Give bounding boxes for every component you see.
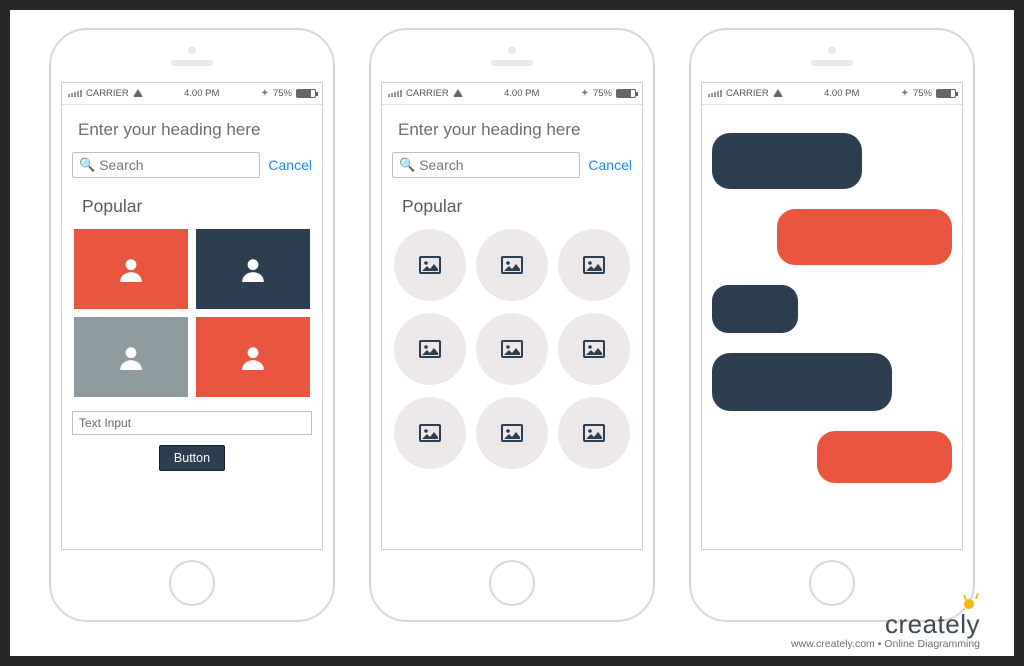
phone-speaker xyxy=(811,60,853,66)
image-item[interactable] xyxy=(394,229,466,301)
clock-label: 4.00 PM xyxy=(504,88,539,99)
wireframe-canvas: CARRIER 4.00 PM ✦ 75% Enter your heading… xyxy=(0,0,1024,666)
image-icon xyxy=(581,422,607,444)
bulb-icon xyxy=(964,599,974,609)
clock-label: 4.00 PM xyxy=(184,88,219,99)
carrier-label: CARRIER xyxy=(406,88,449,99)
wifi-icon xyxy=(133,89,143,97)
section-heading: Popular xyxy=(402,196,632,217)
battery-label: 75% xyxy=(593,88,612,99)
phone-mockup-3: CARRIER 4.00 PM ✦ 75% xyxy=(689,28,975,622)
home-button[interactable] xyxy=(809,560,855,606)
user-tile[interactable] xyxy=(74,317,188,397)
search-input[interactable]: 🔍 Search xyxy=(392,152,580,178)
user-tile[interactable] xyxy=(196,317,310,397)
search-placeholder: Search xyxy=(419,157,463,173)
image-icon xyxy=(499,338,525,360)
phone-camera xyxy=(828,46,836,54)
image-icon xyxy=(417,338,443,360)
status-bar: CARRIER 4.00 PM ✦ 75% xyxy=(62,83,322,105)
phone-camera xyxy=(508,46,516,54)
page-heading: Enter your heading here xyxy=(398,119,632,140)
image-item[interactable] xyxy=(558,229,630,301)
cancel-link[interactable]: Cancel xyxy=(268,157,312,173)
chat-thread xyxy=(702,105,962,549)
wifi-icon xyxy=(453,89,463,97)
wifi-icon xyxy=(773,89,783,97)
chat-bubble-sent[interactable] xyxy=(817,431,952,483)
search-icon: 🔍 xyxy=(399,157,415,173)
chat-bubble-received[interactable] xyxy=(712,133,862,189)
user-icon xyxy=(118,344,144,370)
button-label: Button xyxy=(174,451,210,465)
image-item[interactable] xyxy=(476,229,548,301)
image-item[interactable] xyxy=(558,313,630,385)
image-item[interactable] xyxy=(476,397,548,469)
search-icon: 🔍 xyxy=(79,157,95,173)
chat-bubble-received[interactable] xyxy=(712,285,798,333)
phone-screen: CARRIER 4.00 PM ✦ 75% xyxy=(701,82,963,550)
user-icon xyxy=(240,256,266,282)
bluetooth-icon: ✦ xyxy=(261,88,269,99)
home-button[interactable] xyxy=(169,560,215,606)
home-button[interactable] xyxy=(489,560,535,606)
user-tile[interactable] xyxy=(196,229,310,309)
phone-camera xyxy=(188,46,196,54)
image-icon xyxy=(581,254,607,276)
signal-icon xyxy=(708,90,722,97)
user-icon xyxy=(240,344,266,370)
image-item[interactable] xyxy=(558,397,630,469)
tile-grid xyxy=(72,229,312,397)
footer: creately www.creately.com • Online Diagr… xyxy=(791,609,980,650)
clock-label: 4.00 PM xyxy=(824,88,859,99)
cancel-link[interactable]: Cancel xyxy=(588,157,632,173)
image-icon xyxy=(499,422,525,444)
phone-mockup-2: CARRIER 4.00 PM ✦ 75% Enter your heading… xyxy=(369,28,655,622)
text-input[interactable]: Text Input xyxy=(72,411,312,435)
status-bar: CARRIER 4.00 PM ✦ 75% xyxy=(382,83,642,105)
image-icon xyxy=(417,254,443,276)
page-heading: Enter your heading here xyxy=(78,119,312,140)
signal-icon xyxy=(388,90,402,97)
bluetooth-icon: ✦ xyxy=(581,88,589,99)
text-input-placeholder: Text Input xyxy=(79,416,131,430)
battery-label: 75% xyxy=(273,88,292,99)
image-grid xyxy=(392,229,632,469)
carrier-label: CARRIER xyxy=(726,88,769,99)
section-heading: Popular xyxy=(82,196,312,217)
battery-icon xyxy=(936,89,956,98)
search-input[interactable]: 🔍 Search xyxy=(72,152,260,178)
phone-speaker xyxy=(491,60,533,66)
bluetooth-icon: ✦ xyxy=(901,88,909,99)
battery-label: 75% xyxy=(913,88,932,99)
user-tile[interactable] xyxy=(74,229,188,309)
image-item[interactable] xyxy=(394,397,466,469)
chat-bubble-sent[interactable] xyxy=(777,209,952,265)
carrier-label: CARRIER xyxy=(86,88,129,99)
battery-icon xyxy=(296,89,316,98)
submit-button[interactable]: Button xyxy=(159,445,225,471)
phone-screen: CARRIER 4.00 PM ✦ 75% Enter your heading… xyxy=(381,82,643,550)
image-icon xyxy=(417,422,443,444)
search-placeholder: Search xyxy=(99,157,143,173)
chat-bubble-received[interactable] xyxy=(712,353,892,411)
phone-screen: CARRIER 4.00 PM ✦ 75% Enter your heading… xyxy=(61,82,323,550)
signal-icon xyxy=(68,90,82,97)
battery-icon xyxy=(616,89,636,98)
image-icon xyxy=(499,254,525,276)
phone-speaker xyxy=(171,60,213,66)
status-bar: CARRIER 4.00 PM ✦ 75% xyxy=(702,83,962,105)
image-item[interactable] xyxy=(394,313,466,385)
brand-name: creately xyxy=(885,609,980,639)
image-icon xyxy=(581,338,607,360)
brand-logo: creately xyxy=(885,609,980,640)
phone-mockup-1: CARRIER 4.00 PM ✦ 75% Enter your heading… xyxy=(49,28,335,622)
user-icon xyxy=(118,256,144,282)
image-item[interactable] xyxy=(476,313,548,385)
